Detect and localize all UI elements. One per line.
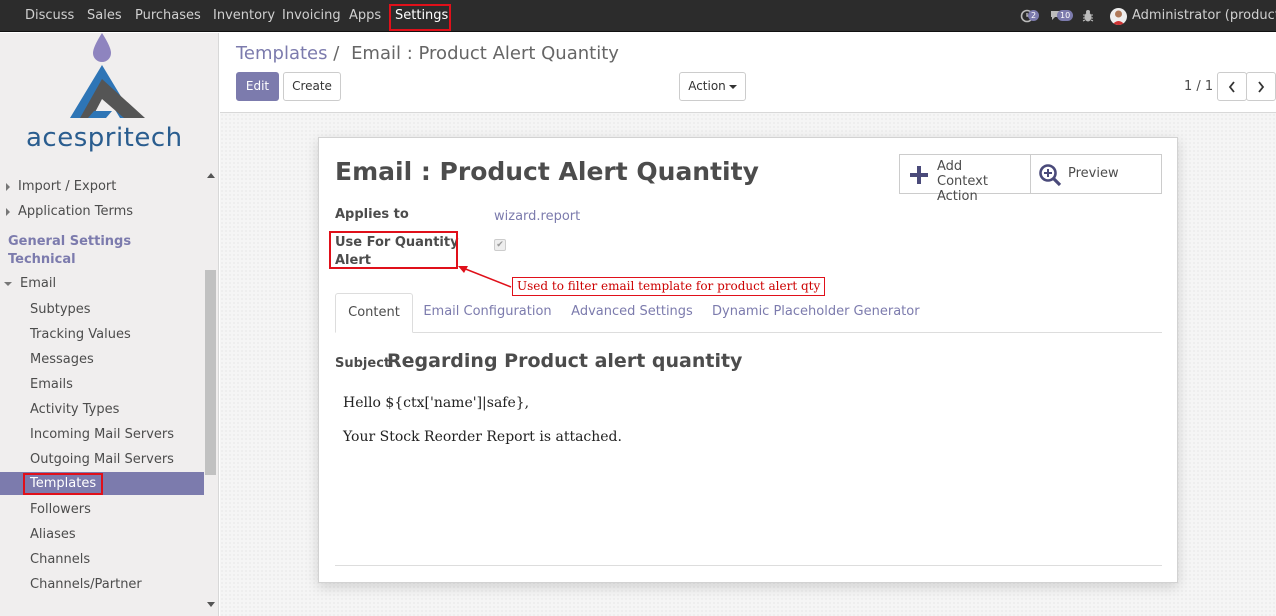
- sidebar-section-technical[interactable]: Technical: [8, 252, 76, 267]
- caret-right-icon: [6, 182, 10, 191]
- use-for-quantity-highlight-box: [329, 231, 458, 269]
- pager-next-button[interactable]: [1246, 72, 1276, 101]
- sidebar-item-tracking-values[interactable]: Tracking Values: [30, 322, 131, 347]
- preview-label: Preview: [1068, 166, 1119, 181]
- scroll-up-icon[interactable]: [207, 173, 215, 178]
- templates-highlight-box: [23, 473, 103, 495]
- breadcrumb-templates-link[interactable]: Templates: [236, 43, 328, 64]
- caret-right-icon: [6, 207, 10, 216]
- body-bottom-divider: [335, 565, 1162, 566]
- message-count-badge: 10: [1057, 10, 1074, 21]
- activity-count-badge: 2: [1028, 10, 1040, 21]
- create-button[interactable]: Create: [283, 72, 341, 101]
- sidebar-section-general-settings[interactable]: General Settings: [8, 234, 131, 249]
- zoom-in-icon: [1039, 164, 1062, 187]
- menu-sales[interactable]: Sales: [87, 0, 122, 32]
- scroll-down-icon[interactable]: [207, 602, 215, 607]
- action-dropdown[interactable]: Action: [679, 72, 746, 101]
- company-logo: acespritech: [0, 33, 218, 163]
- annotation-arrow-icon: [458, 266, 512, 288]
- sidebar-item-subtypes[interactable]: Subtypes: [30, 297, 91, 322]
- top-navbar: Discuss Sales Purchases Inventory Invoic…: [0, 0, 1276, 32]
- sidebar-item-incoming-mail-servers[interactable]: Incoming Mail Servers: [30, 422, 174, 447]
- sidebar-item-channels[interactable]: Channels: [30, 547, 90, 572]
- sidebar-item-outgoing-mail-servers[interactable]: Outgoing Mail Servers: [30, 447, 174, 472]
- user-avatar[interactable]: [1110, 8, 1127, 25]
- settings-highlight-box: [389, 4, 451, 31]
- caret-down-icon: [728, 84, 737, 89]
- debug-bug-icon[interactable]: [1082, 9, 1094, 27]
- add-context-action-button[interactable]: Add Context Action: [900, 155, 1031, 204]
- email-body-line-1[interactable]: Hello ${ctx['name']|safe},: [343, 395, 529, 411]
- add-context-action-line1: Add: [937, 159, 963, 174]
- sidebar-item-activity-types[interactable]: Activity Types: [30, 397, 119, 422]
- plus-icon: [910, 166, 928, 184]
- tab-advanced-settings[interactable]: Advanced Settings: [568, 293, 696, 333]
- chevron-left-icon: [1228, 80, 1235, 93]
- sidebar: acespritech Import / Export Application …: [0, 33, 219, 616]
- pager-previous-button[interactable]: [1217, 72, 1247, 101]
- tab-email-configuration[interactable]: Email Configuration: [420, 293, 555, 333]
- pager-value[interactable]: 1 / 1: [1184, 79, 1213, 94]
- subject-value[interactable]: Regarding Product alert quantity: [387, 350, 742, 372]
- menu-inventory[interactable]: Inventory: [213, 0, 275, 32]
- record-title: Email : Product Alert Quantity: [335, 157, 759, 186]
- applies-to-label: Applies to: [335, 207, 409, 222]
- email-body-line-2[interactable]: Your Stock Reorder Report is attached.: [343, 429, 622, 445]
- preview-button[interactable]: Preview: [1031, 155, 1162, 193]
- sidebar-item-followers[interactable]: Followers: [30, 497, 91, 522]
- sidebar-item-aliases[interactable]: Aliases: [30, 522, 76, 547]
- breadcrumb: Templates / Email : Product Alert Quanti…: [236, 43, 619, 64]
- breadcrumb-current: Email : Product Alert Quantity: [351, 43, 619, 64]
- sidebar-item-channels-partner[interactable]: Channels/Partner: [30, 572, 142, 597]
- menu-purchases[interactable]: Purchases: [135, 0, 201, 32]
- menu-discuss[interactable]: Discuss: [25, 0, 74, 32]
- user-menu[interactable]: Administrator (product_...: [1132, 0, 1276, 32]
- use-for-quantity-alert-checkbox[interactable]: ✔: [494, 239, 506, 251]
- tab-content[interactable]: Content: [335, 293, 413, 333]
- sidebar-item-import-export[interactable]: Import / Export: [6, 174, 116, 199]
- applies-to-value[interactable]: wizard.report: [494, 209, 580, 224]
- add-context-action-line2: Context Action: [937, 174, 988, 204]
- subject-label: Subject: [335, 356, 391, 371]
- tab-dynamic-placeholder-generator[interactable]: Dynamic Placeholder Generator: [712, 293, 920, 333]
- breadcrumb-separator: /: [333, 43, 340, 64]
- menu-apps[interactable]: Apps: [349, 0, 381, 32]
- sidebar-item-application-terms[interactable]: Application Terms: [6, 199, 133, 224]
- chevron-right-icon: [1258, 80, 1265, 93]
- sidebar-item-emails[interactable]: Emails: [30, 372, 73, 397]
- menu-invoicing[interactable]: Invoicing: [282, 0, 341, 32]
- sidebar-group-email[interactable]: Email: [4, 271, 56, 296]
- sidebar-scrollbar-thumb[interactable]: [205, 270, 216, 475]
- logo-text: acespritech: [26, 123, 183, 153]
- caret-down-icon: [4, 281, 12, 286]
- sidebar-item-messages[interactable]: Messages: [30, 347, 94, 372]
- smart-button-box: Add Context Action Preview: [899, 154, 1162, 204]
- edit-button[interactable]: Edit: [236, 72, 279, 101]
